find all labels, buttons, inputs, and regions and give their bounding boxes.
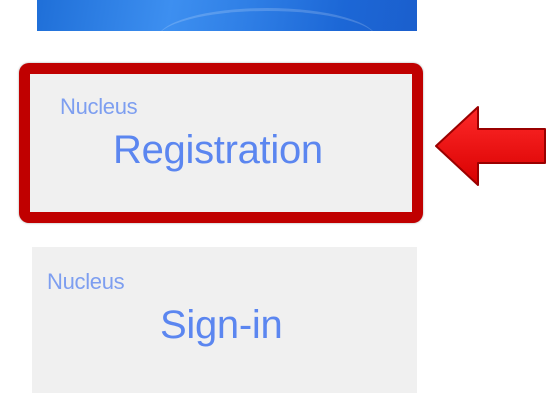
screen: Nucleus Registration Nucleus Sign-in [0, 0, 546, 393]
left-arrow-icon [435, 106, 546, 186]
signin-tile[interactable]: Nucleus Sign-in [32, 247, 417, 393]
header-banner [37, 0, 417, 31]
registration-tile[interactable]: Nucleus Registration [19, 63, 423, 223]
registration-brand-label: Nucleus [60, 94, 138, 119]
signin-brand-label: Nucleus [47, 269, 125, 294]
banner-wave-decoration [157, 8, 377, 31]
signin-title: Sign-in [160, 303, 283, 347]
registration-title: Registration [113, 128, 323, 172]
